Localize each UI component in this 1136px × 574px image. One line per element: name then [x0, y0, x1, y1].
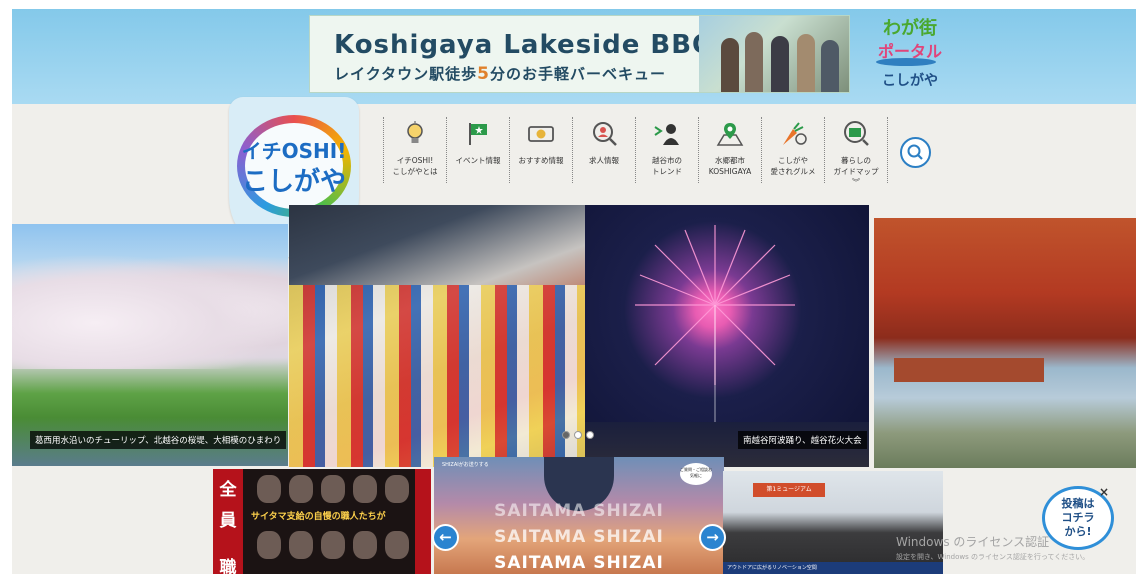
nav-item-waterfront[interactable]: 水郷都市 KOSHIGAYA [698, 117, 761, 183]
search-icon [907, 144, 923, 160]
logo-text-line1: イチOSHI! [241, 139, 347, 163]
portal-logo-line3: こしがや [882, 73, 938, 89]
chevron-down-icon[interactable]: ︾ [825, 177, 887, 188]
shop-search-icon [844, 121, 869, 146]
slide-autumn[interactable] [874, 218, 1136, 468]
slider-dot[interactable] [586, 431, 594, 439]
nav-label: 越谷市の トレンド [652, 156, 682, 176]
slider-dot[interactable] [562, 431, 570, 439]
ticket-icon [528, 126, 554, 142]
carousel-next-button[interactable]: → [699, 524, 726, 551]
slide-fireworks[interactable] [585, 205, 869, 467]
nav-item-jobs[interactable]: 求人情報 [572, 117, 635, 183]
nav-label: 求人情報 [589, 156, 619, 165]
promo-badge: ご質問・ご相談お気軽に [680, 463, 712, 485]
nav-item-guidemap[interactable]: 暮らしの ガイドマップ ︾ [824, 117, 888, 187]
carousel-prev-button[interactable]: ← [432, 524, 459, 551]
ad-title: Koshigaya Lakeside BBQ [334, 30, 716, 60]
arrow-right-icon: → [706, 528, 719, 546]
nav-item-events[interactable]: イベント情報 [446, 117, 509, 183]
nav-item-about[interactable]: イチOSHI! こしがやとは [383, 117, 446, 183]
nav-item-recommend[interactable]: おすすめ情報 [509, 117, 572, 183]
lightbulb-icon [407, 121, 423, 143]
arrow-left-icon: ← [439, 528, 452, 546]
slide-caption-right: 南越谷阿波踊り、越谷花火大会 [738, 431, 867, 449]
promo-card-craftsmen[interactable]: 全 員 職 サイタマ支給の自慢の職人たちが [213, 469, 431, 574]
portal-logo-line1: わが街 [883, 18, 937, 39]
nav-label: 水郷都市 KOSHIGAYA [708, 156, 752, 176]
main-nav: イチOSHI! こしがやとは イベント情報 おすすめ情報 求人情報 越谷市の ト… [383, 117, 888, 189]
nav-label: イチOSHI! こしがやとは [392, 156, 438, 176]
nav-label: 暮らしの ガイドマップ [833, 156, 879, 176]
nav-label: おすすめ情報 [518, 156, 564, 165]
slider-dot[interactable] [574, 431, 582, 439]
promo-card-tagline: サイタマ支給の自慢の職人たちが [251, 512, 386, 522]
ad-subtitle: レイクタウン駅徒歩5分のお手軽バーベキュー [334, 64, 666, 84]
carrot-icon [783, 122, 807, 145]
slide-caption-left: 葛西用水沿いのチューリップ、北越谷の桜堤、大相模のひまわり [30, 431, 287, 449]
slide-flowers[interactable] [12, 224, 288, 466]
close-icon[interactable]: × [1099, 485, 1113, 499]
map-pin-icon [716, 123, 744, 146]
nav-label: こしがや 愛されグルメ [770, 156, 816, 176]
ad-banner[interactable]: Koshigaya Lakeside BBQ レイクタウン駅徒歩5分のお手軽バー… [309, 15, 850, 93]
slider-dots [562, 431, 594, 439]
logo-text-line2: こしがや [241, 167, 346, 197]
trend-icon [654, 124, 679, 145]
flag-icon [469, 123, 487, 145]
ad-photo [699, 16, 849, 92]
nav-item-trend[interactable]: 越谷市の トレンド [635, 117, 698, 183]
nav-item-gourmet[interactable]: こしがや 愛されグルメ [761, 117, 824, 183]
promo-card-saitama-shizai[interactable]: SHIZAIがお送りする ご質問・ご相談お気軽に SAITAMA SHIZAI … [434, 457, 724, 574]
portal-swoosh-icon [876, 58, 936, 66]
nav-label: イベント情報 [455, 156, 501, 165]
portal-logo[interactable]: わが街 ポータル こしがや [868, 14, 952, 94]
search-button[interactable] [900, 137, 931, 168]
person-search-icon [593, 122, 617, 146]
slide-awa-odori[interactable] [289, 205, 585, 467]
